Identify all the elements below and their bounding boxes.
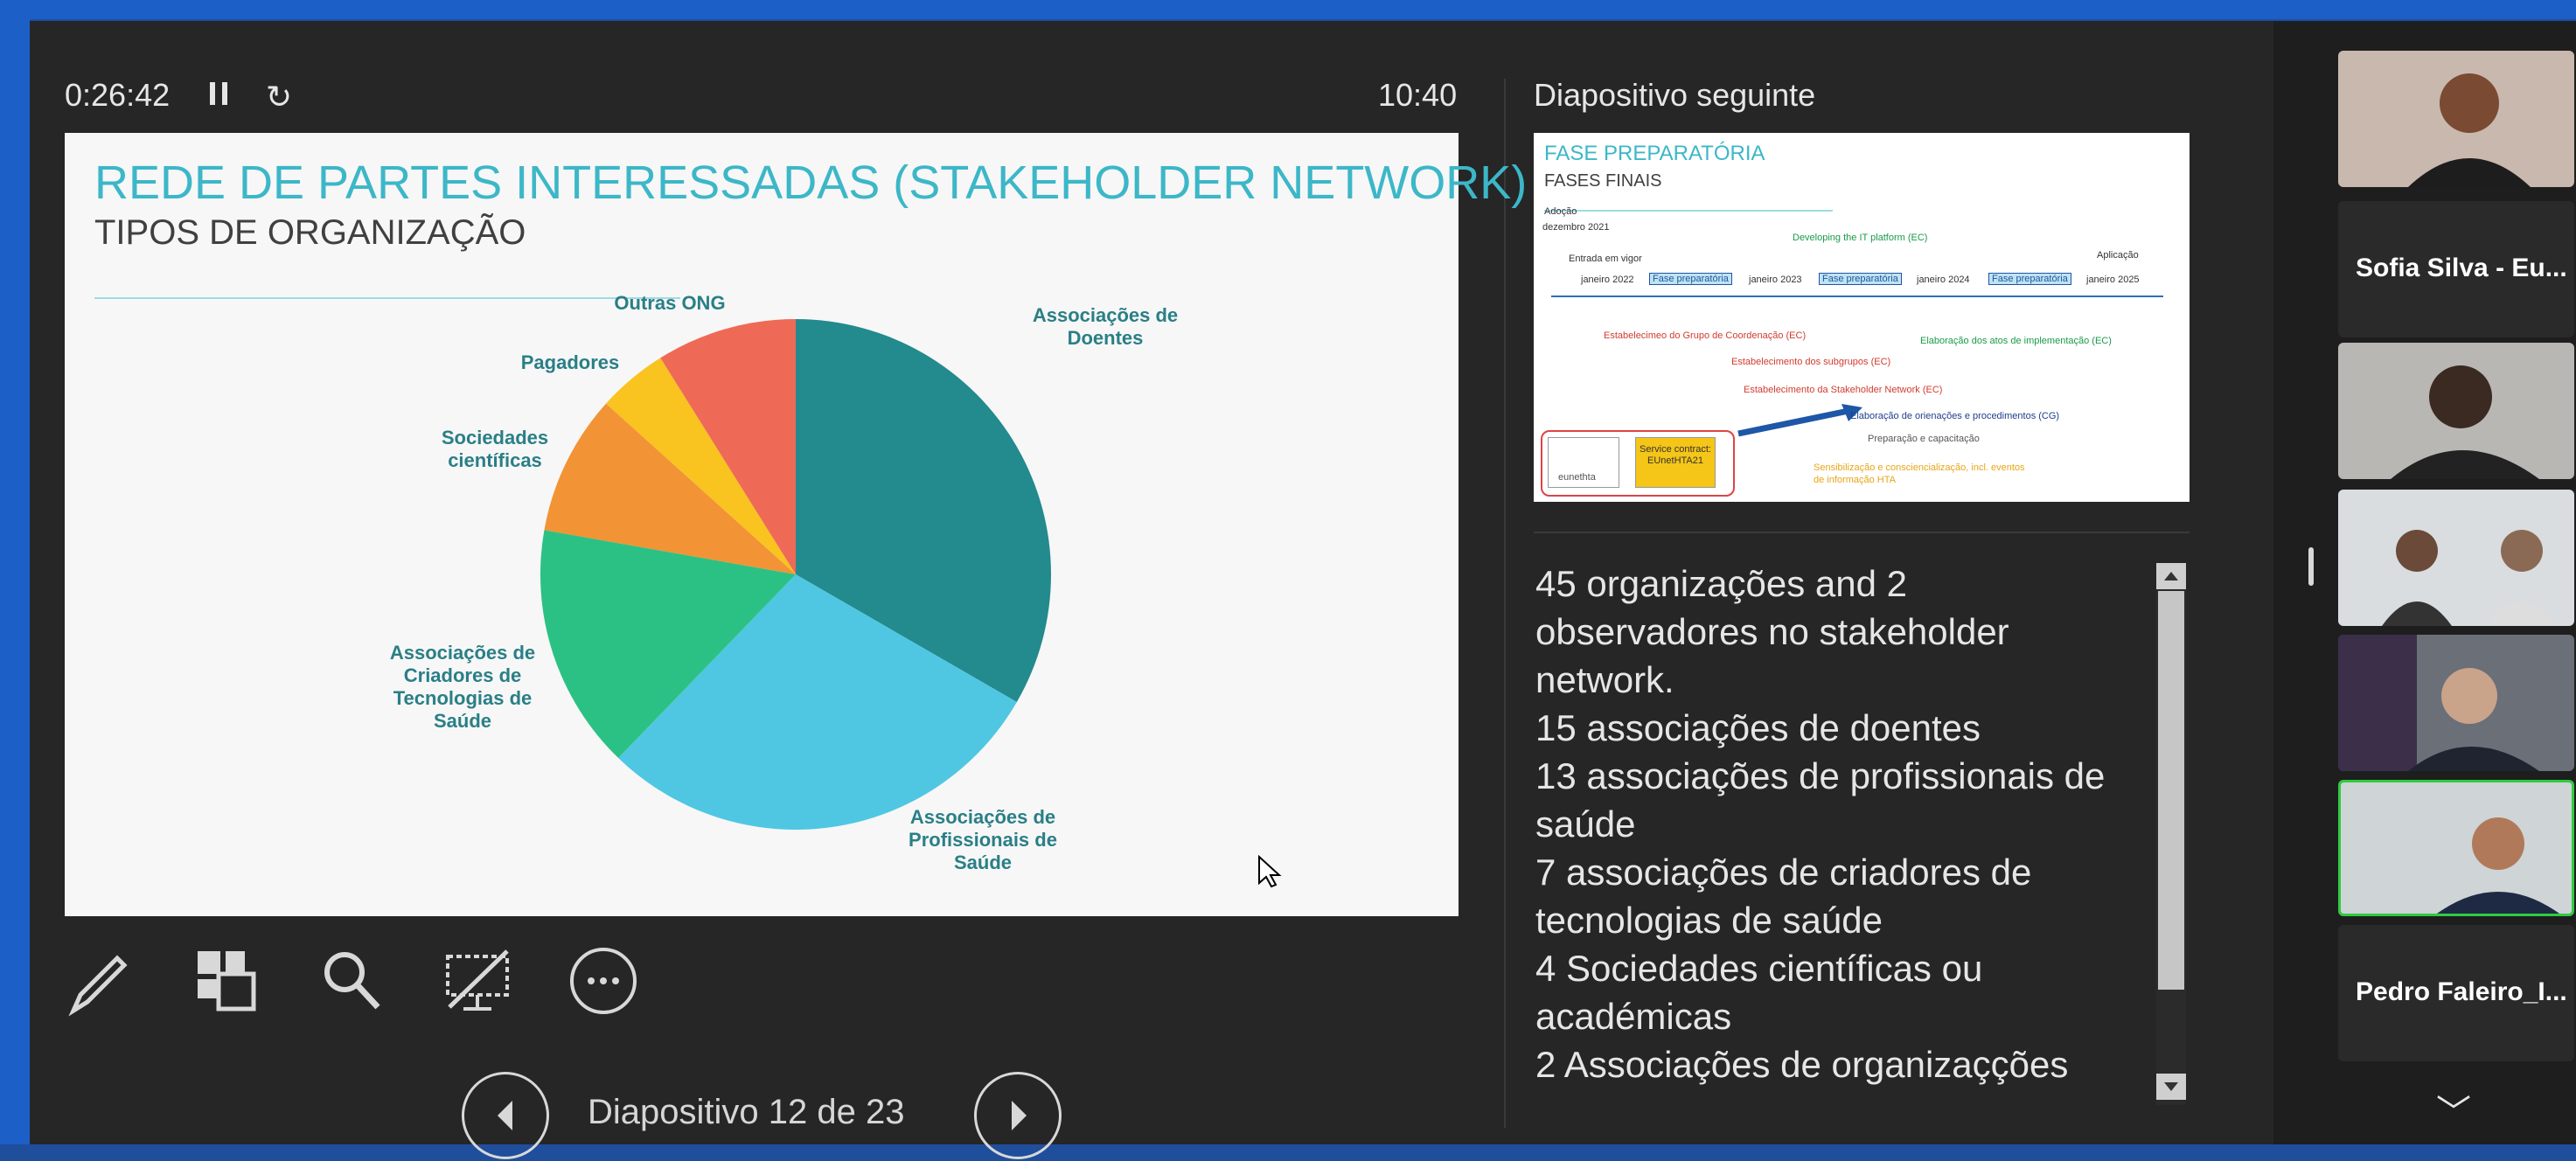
thumb-janeiro-2022: janeiro 2022 (1581, 275, 1634, 285)
thumb-entrada-em-vigor: Entrada em vigor (1569, 254, 1642, 264)
next-slide-heading: Diapositivo seguinte (1534, 77, 1816, 113)
thumb-stakeholder-network: Estabelecimento da Stakeholder Network (… (1744, 385, 1943, 395)
next-slide-subtitle: FASES FINAIS (1544, 171, 1662, 191)
participant-video-2[interactable] (2338, 343, 2574, 479)
notes-line: 13 associações de profissionais de (1535, 755, 2106, 796)
participant-name: Pedro Faleiro_I... (2356, 977, 2567, 1006)
thumb-eunethta: eunethta (1558, 472, 1596, 483)
next-slide-button[interactable] (974, 1072, 1062, 1159)
notes-line: 7 associações de criadores de (1535, 852, 2032, 893)
participant-video-active-speaker[interactable] (2338, 780, 2574, 916)
window-top-border (0, 0, 2576, 19)
participant-tile-pedro-faleiro[interactable]: Pedro Faleiro_I... (2338, 925, 2574, 1061)
zoom-icon[interactable] (315, 944, 388, 1018)
scroll-up-button[interactable] (2156, 563, 2186, 589)
participant-video-1[interactable] (2338, 51, 2574, 187)
speaker-notes[interactable]: 45 organizações and 2 observadores no st… (1535, 560, 2139, 1119)
thumb-orientacoes: Elaboração de orienações e procedimentos… (1850, 411, 2060, 421)
thumb-adocao: Adoção (1544, 206, 1577, 217)
black-screen-icon[interactable] (441, 944, 514, 1018)
notes-line: saúde (1535, 803, 1636, 845)
person-silhouette-icon (2391, 365, 2539, 479)
person-silhouette-icon (2338, 635, 2539, 771)
pie-label: Associações de Profissionais de Saúde (909, 806, 1057, 873)
thumb-fase-1: Fase preparatória (1649, 273, 1732, 285)
previous-slide-button[interactable] (462, 1072, 549, 1159)
scroll-down-button[interactable] (2156, 1074, 2186, 1100)
thumb-janeiro-2025: janeiro 2025 (2086, 275, 2140, 285)
thumb-janeiro-2024: janeiro 2024 (1917, 275, 1970, 285)
notes-line: académicas (1535, 996, 1732, 1037)
chevron-down-icon[interactable]: ﹀ (2436, 1084, 2471, 1135)
pie-label: Pagadores (521, 351, 620, 373)
thumb-preparacao: Preparação e capacitação (1868, 434, 1980, 444)
participant-name: Sofia Silva - Eu... (2356, 254, 2567, 282)
current-slide: REDE DE PARTES INTERESSADAS (STAKEHOLDER… (65, 133, 1527, 916)
clock: 10:40 (1378, 77, 1458, 113)
thumb-service-contract: Service contract: EUnetHTA21 (1640, 444, 1711, 466)
thumb-dezembro-2021: dezembro 2021 (1542, 222, 1610, 233)
pie-label: Outras ONG (614, 292, 725, 314)
pie-chart: Associações de Doentes Associações de Profi… (390, 292, 1178, 873)
participant-video-4[interactable] (2338, 635, 2574, 771)
mouse-cursor-icon (1258, 855, 1282, 888)
notes-line: observadores no stakeholder (1535, 611, 2009, 652)
pause-icon[interactable] (210, 82, 231, 108)
window-left-border (0, 19, 30, 1144)
notes-scrollbar-thumb[interactable] (2158, 591, 2184, 990)
notes-line: 4 Sociedades científicas ou (1535, 948, 1983, 989)
participant-video-3[interactable] (2338, 490, 2574, 626)
pen-icon[interactable] (65, 944, 138, 1018)
thumb-underline (1544, 210, 1833, 212)
participant-tile-sofia-silva[interactable]: Sofia Silva - Eu... (2338, 201, 2574, 337)
timeline-axis (1551, 295, 2163, 297)
reset-timer-icon[interactable]: ↻ (266, 79, 292, 115)
notes-line: network. (1535, 659, 1674, 700)
thumb-it-platform: Developing the IT platform (EC) (1793, 233, 1928, 243)
pie-label: Sociedades científicas (442, 427, 548, 471)
thumb-fase-2: Fase preparatória (1819, 273, 1902, 285)
person-silhouette-icon (2408, 73, 2531, 187)
thumb-sensibilizacao: Sensibilização e consciencialização, inc… (1814, 462, 2025, 485)
person-silhouette-icon (2382, 530, 2557, 626)
notes-line: 2 Associações de organizaçções (1535, 1044, 2069, 1085)
arrow-icon (1737, 404, 1862, 437)
notes-line: 45 organizações and 2 (1535, 563, 1907, 604)
see-all-slides-icon[interactable] (189, 944, 262, 1018)
pie-label: Associações de Criadores de Tecnologias de… (390, 642, 535, 732)
more-options-icon[interactable] (567, 944, 640, 1018)
triangle-down-icon (2164, 1082, 2178, 1091)
notes-line: tecnologias de saúde (1535, 900, 1883, 941)
next-slide-thumbnail[interactable]: FASE PREPARATÓRIA FASES FINAIS Adoção de… (1534, 133, 2190, 502)
notes-divider (1534, 532, 2190, 533)
pie-label: Associações de Doentes (1033, 304, 1178, 349)
person-silhouette-icon (2437, 817, 2559, 914)
thumb-grupo-coordenacao: Estabelecimeo do Grupo de Coordenação (E… (1604, 330, 1807, 341)
next-slide-title: FASE PREPARATÓRIA (1544, 142, 1765, 165)
triangle-up-icon (2164, 572, 2178, 580)
thumb-subgrupos: Estabelecimento dos subgrupos (EC) (1731, 357, 1891, 367)
thumb-aplicacao: Aplicação (2097, 250, 2139, 261)
thumb-janeiro-2023: janeiro 2023 (1749, 275, 1802, 285)
notes-line: 15 associações de doentes (1535, 707, 1981, 748)
panel-resize-handle[interactable] (2308, 547, 2314, 586)
elapsed-timer: 0:26:42 (65, 77, 171, 113)
divider (1504, 79, 1506, 1128)
thumb-fase-3: Fase preparatória (1988, 273, 2071, 285)
thumb-atos-implementacao: Elaboração dos atos de implementação (EC… (1920, 336, 2112, 346)
slide-counter: Diapositivo 12 de 23 (588, 1093, 905, 1131)
